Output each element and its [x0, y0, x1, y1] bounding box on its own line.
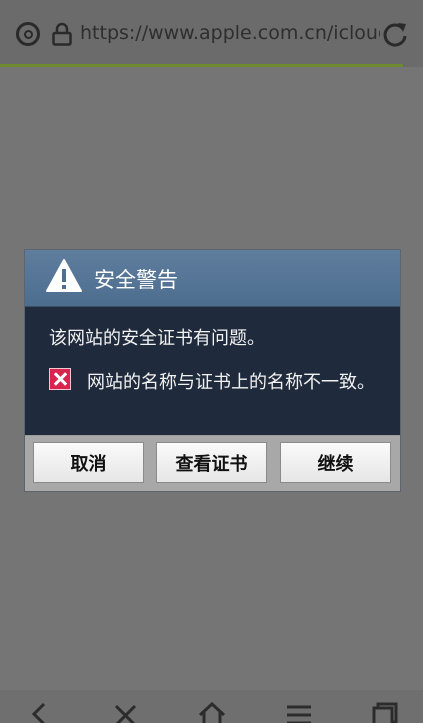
dialog-body: 该网站的安全证书有问题。 网站的名称与证书上的名称不一致。 — [25, 307, 400, 435]
continue-button[interactable]: 继续 — [280, 442, 391, 483]
dialog-button-bar: 取消 查看证书 继续 — [25, 436, 400, 491]
view-certificate-button[interactable]: 查看证书 — [156, 442, 267, 483]
error-x-icon — [49, 368, 71, 390]
shield-icon[interactable] — [16, 22, 40, 46]
url-bar[interactable]: https://www.apple.com.cn/icloud/... — [0, 6, 423, 62]
warning-icon — [46, 259, 82, 292]
dialog-title: 安全警告 — [94, 268, 178, 292]
page-load-progress — [0, 64, 403, 67]
browser-toolbar: https://www.apple.com.cn/icloud/... — [0, 0, 423, 67]
certificate-error-text: 网站的名称与证书上的名称不一致。 — [87, 372, 375, 393]
cancel-button[interactable]: 取消 — [33, 442, 144, 483]
dialog-header: 安全警告 — [25, 250, 400, 307]
tabs-icon[interactable] — [370, 702, 400, 723]
security-warning-dialog: 安全警告 该网站的安全证书有问题。 网站的名称与证书上的名称不一致。 取消 查看… — [24, 249, 401, 492]
close-icon[interactable] — [111, 702, 141, 723]
url-text[interactable]: https://www.apple.com.cn/icloud/... — [80, 22, 380, 44]
home-icon[interactable] — [197, 702, 227, 723]
bottom-navigation — [0, 690, 423, 723]
lock-icon — [52, 22, 72, 46]
back-icon[interactable] — [24, 702, 54, 723]
dialog-message: 该网站的安全证书有问题。 — [49, 328, 265, 349]
menu-icon[interactable] — [284, 702, 314, 723]
progress-track — [403, 64, 423, 67]
refresh-icon[interactable] — [381, 20, 409, 48]
